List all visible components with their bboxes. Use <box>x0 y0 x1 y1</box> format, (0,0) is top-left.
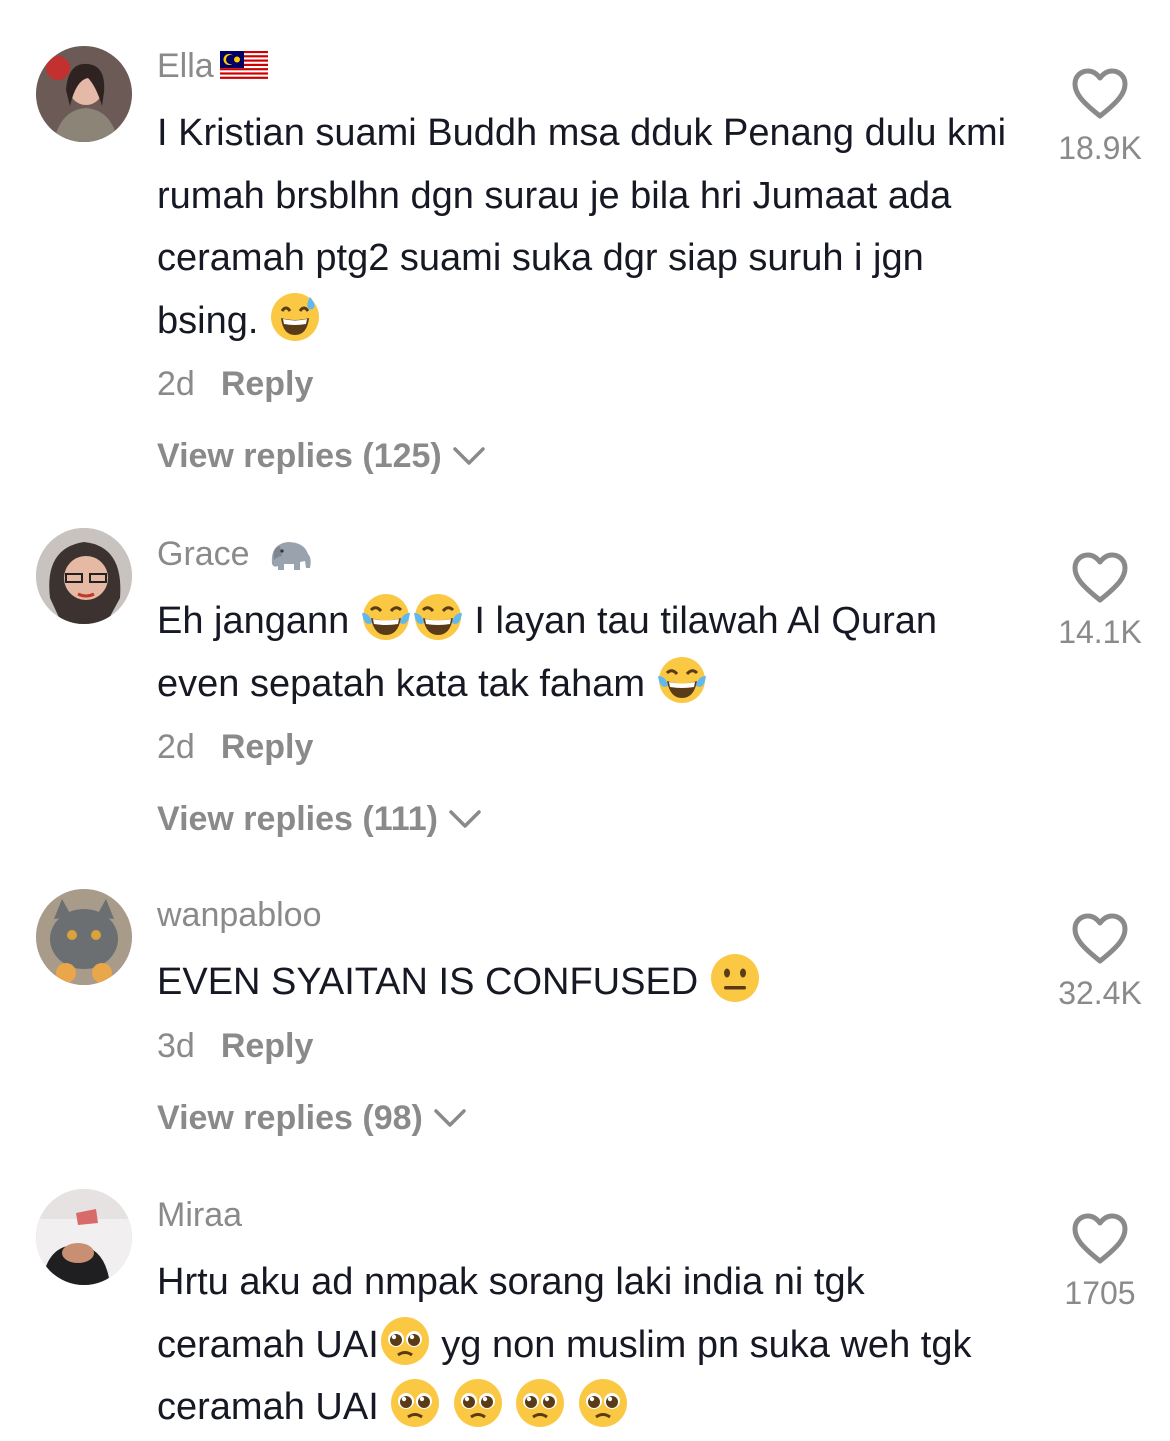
tears-of-joy-emoji-icon <box>361 594 410 640</box>
view-replies-button[interactable]: View replies (98) <box>157 1096 1007 1140</box>
comment-text: I Kristian suami Buddh msa dduk Penang d… <box>157 112 1017 342</box>
reply-button[interactable]: Reply <box>221 365 314 403</box>
comment-age: 2d <box>157 365 195 403</box>
pleading-face-emoji-icon <box>579 1379 627 1427</box>
comment-meta: 3d Reply <box>157 1024 1007 1068</box>
avatar[interactable] <box>36 1189 132 1285</box>
like-button[interactable]: 1705 <box>1040 1213 1160 1312</box>
username[interactable]: wanpabloo <box>157 893 1007 937</box>
like-count: 18.9K <box>1058 130 1142 166</box>
like-button[interactable]: 18.9K <box>1040 68 1160 167</box>
comment-age: 3d <box>157 1026 195 1065</box>
comment-meta: 2d Reply <box>157 725 1007 769</box>
heart-icon <box>1072 552 1128 603</box>
username[interactable]: Grace <box>157 532 1007 576</box>
username[interactable]: Ella <box>157 44 1007 88</box>
comment-meta: 2d Reply <box>157 362 1007 406</box>
pleading-face-emoji-icon <box>516 1379 565 1427</box>
heart-icon <box>1072 68 1128 119</box>
avatar[interactable] <box>36 46 132 142</box>
like-count: 1705 <box>1064 1275 1136 1311</box>
pleading-face-emoji-icon <box>380 1316 429 1365</box>
like-count: 14.1K <box>1058 614 1142 650</box>
like-button[interactable]: 14.1K <box>1040 552 1160 651</box>
grinning-sweat-emoji-icon <box>270 292 319 341</box>
pleading-face-emoji-icon <box>391 1379 440 1427</box>
username[interactable]: Miraa <box>157 1193 1007 1237</box>
heart-icon <box>1072 913 1128 964</box>
chevron-down-icon <box>434 1108 466 1127</box>
malaysia-flag-icon <box>219 51 268 81</box>
tears-of-joy-emoji-icon <box>413 594 462 640</box>
tears-of-joy-emoji-icon <box>657 656 706 703</box>
avatar[interactable] <box>36 528 132 624</box>
like-count: 32.4K <box>1058 975 1142 1011</box>
like-button[interactable]: 32.4K <box>1040 913 1160 1012</box>
heart-icon <box>1072 1213 1128 1264</box>
reply-button[interactable]: Reply <box>221 1027 314 1065</box>
comment-age: 2d <box>157 728 195 766</box>
comment-text: EVEN SYAITAN IS CONFUSED <box>157 951 1007 1014</box>
chevron-down-icon <box>453 447 485 465</box>
comment-text: Hrtu aku ad nmpak sorang laki india ni t… <box>157 1261 983 1428</box>
chevron-down-icon <box>449 810 481 828</box>
comment-text: Eh jangann I layan tau tilawah Al Quran … <box>157 590 1007 715</box>
view-replies-button[interactable]: View replies (125) <box>157 434 1007 478</box>
neutral-face-emoji-icon <box>710 954 759 1002</box>
pleading-face-emoji-icon <box>453 1379 502 1427</box>
avatar[interactable] <box>36 889 132 985</box>
reply-button[interactable]: Reply <box>221 728 314 766</box>
elephant-emoji-icon <box>271 542 311 570</box>
view-replies-button[interactable]: View replies (111) <box>157 797 1007 841</box>
